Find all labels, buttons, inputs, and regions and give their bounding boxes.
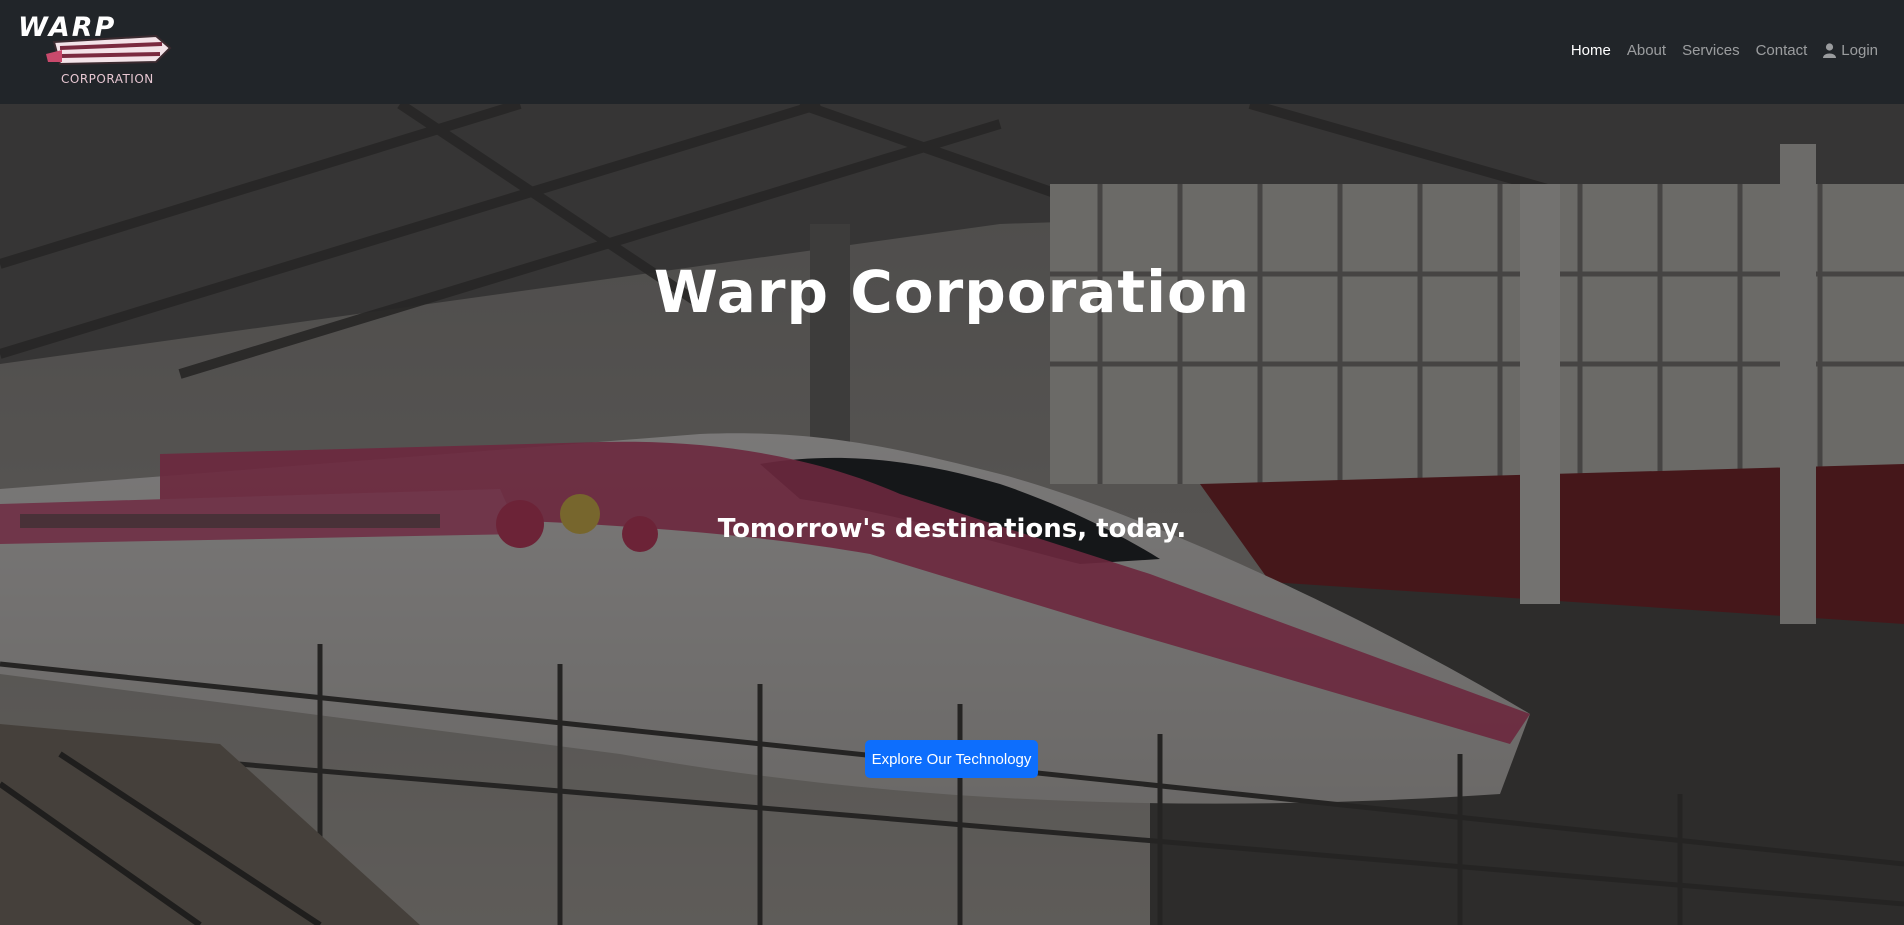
- explore-technology-button[interactable]: Explore Our Technology: [865, 740, 1038, 778]
- warp-corporation-logo[interactable]: WARP CORPORATION: [16, 12, 172, 92]
- nav-contact[interactable]: Contact: [1748, 42, 1816, 59]
- login-label: Login: [1841, 41, 1878, 59]
- train-logo-icon: [46, 34, 172, 66]
- hero-title: Warp Corporation: [653, 258, 1251, 326]
- hero-subtitle: Tomorrow's destinations, today.: [717, 514, 1187, 544]
- user-icon: [1823, 42, 1837, 58]
- main-nav: Home About Services Contact Login: [1563, 0, 1886, 100]
- nav-login[interactable]: Login: [1815, 42, 1886, 59]
- nav-about[interactable]: About: [1619, 42, 1674, 59]
- hero-section: Warp Corporation Tomorrow's destinations…: [0, 104, 1904, 925]
- nav-services[interactable]: Services: [1674, 42, 1748, 59]
- navbar: WARP CORPORATION Home About Services Con…: [0, 0, 1904, 104]
- logo-subtitle: CORPORATION: [61, 72, 154, 86]
- nav-home[interactable]: Home: [1563, 42, 1619, 59]
